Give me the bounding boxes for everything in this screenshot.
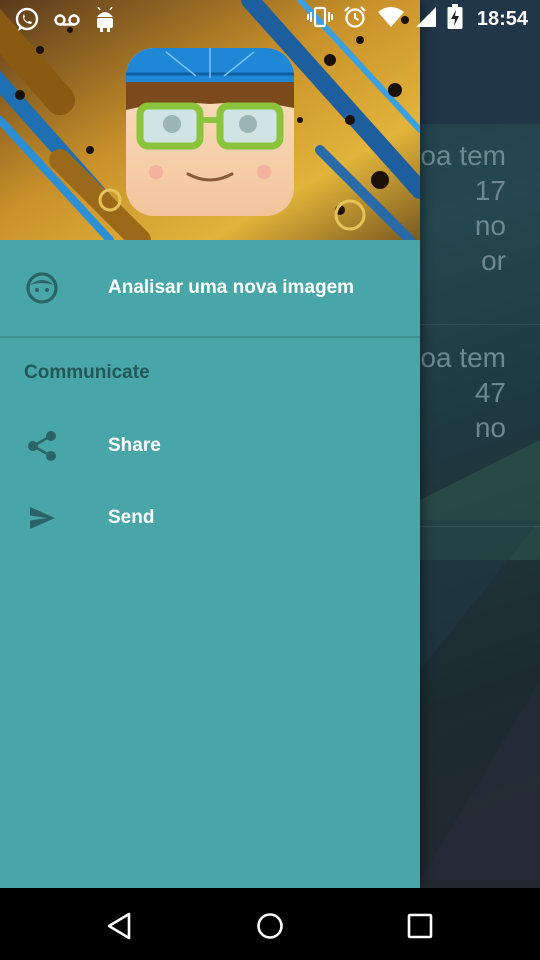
alarm-icon xyxy=(343,5,367,34)
navigation-drawer: Analisar uma nova imagem Communicate Sha… xyxy=(0,0,420,888)
nerd-boy-avatar-icon[interactable] xyxy=(126,48,294,216)
whatsapp-icon xyxy=(14,7,40,38)
battery-charging-icon xyxy=(447,4,463,35)
back-icon[interactable] xyxy=(100,906,140,946)
menu-item-label: Analisar uma nova imagem xyxy=(108,277,355,298)
navigation-bar xyxy=(0,888,540,960)
menu-item-analyze-new-image[interactable]: Analisar uma nova imagem xyxy=(0,252,420,324)
share-icon xyxy=(24,428,60,464)
menu-item-share[interactable]: Share xyxy=(0,410,420,482)
send-icon xyxy=(24,500,60,536)
menu-item-send[interactable]: Send xyxy=(0,482,420,554)
clock-time: 18:54 xyxy=(476,8,528,30)
background-facet xyxy=(420,680,540,880)
home-icon[interactable] xyxy=(250,906,290,946)
section-title: Communicate xyxy=(24,362,150,383)
menu-item-label: Share xyxy=(108,435,161,456)
voicemail-icon xyxy=(54,12,80,33)
face-icon xyxy=(24,270,60,306)
wifi-icon xyxy=(377,6,405,33)
recents-icon[interactable] xyxy=(400,906,440,946)
status-bar: 18:54 xyxy=(0,0,540,38)
drawer-divider xyxy=(0,336,420,338)
signal-icon xyxy=(415,6,437,33)
avatar-image xyxy=(126,48,294,216)
vibrate-icon xyxy=(306,6,333,33)
menu-item-label: Send xyxy=(108,507,155,528)
android-icon xyxy=(94,6,116,38)
